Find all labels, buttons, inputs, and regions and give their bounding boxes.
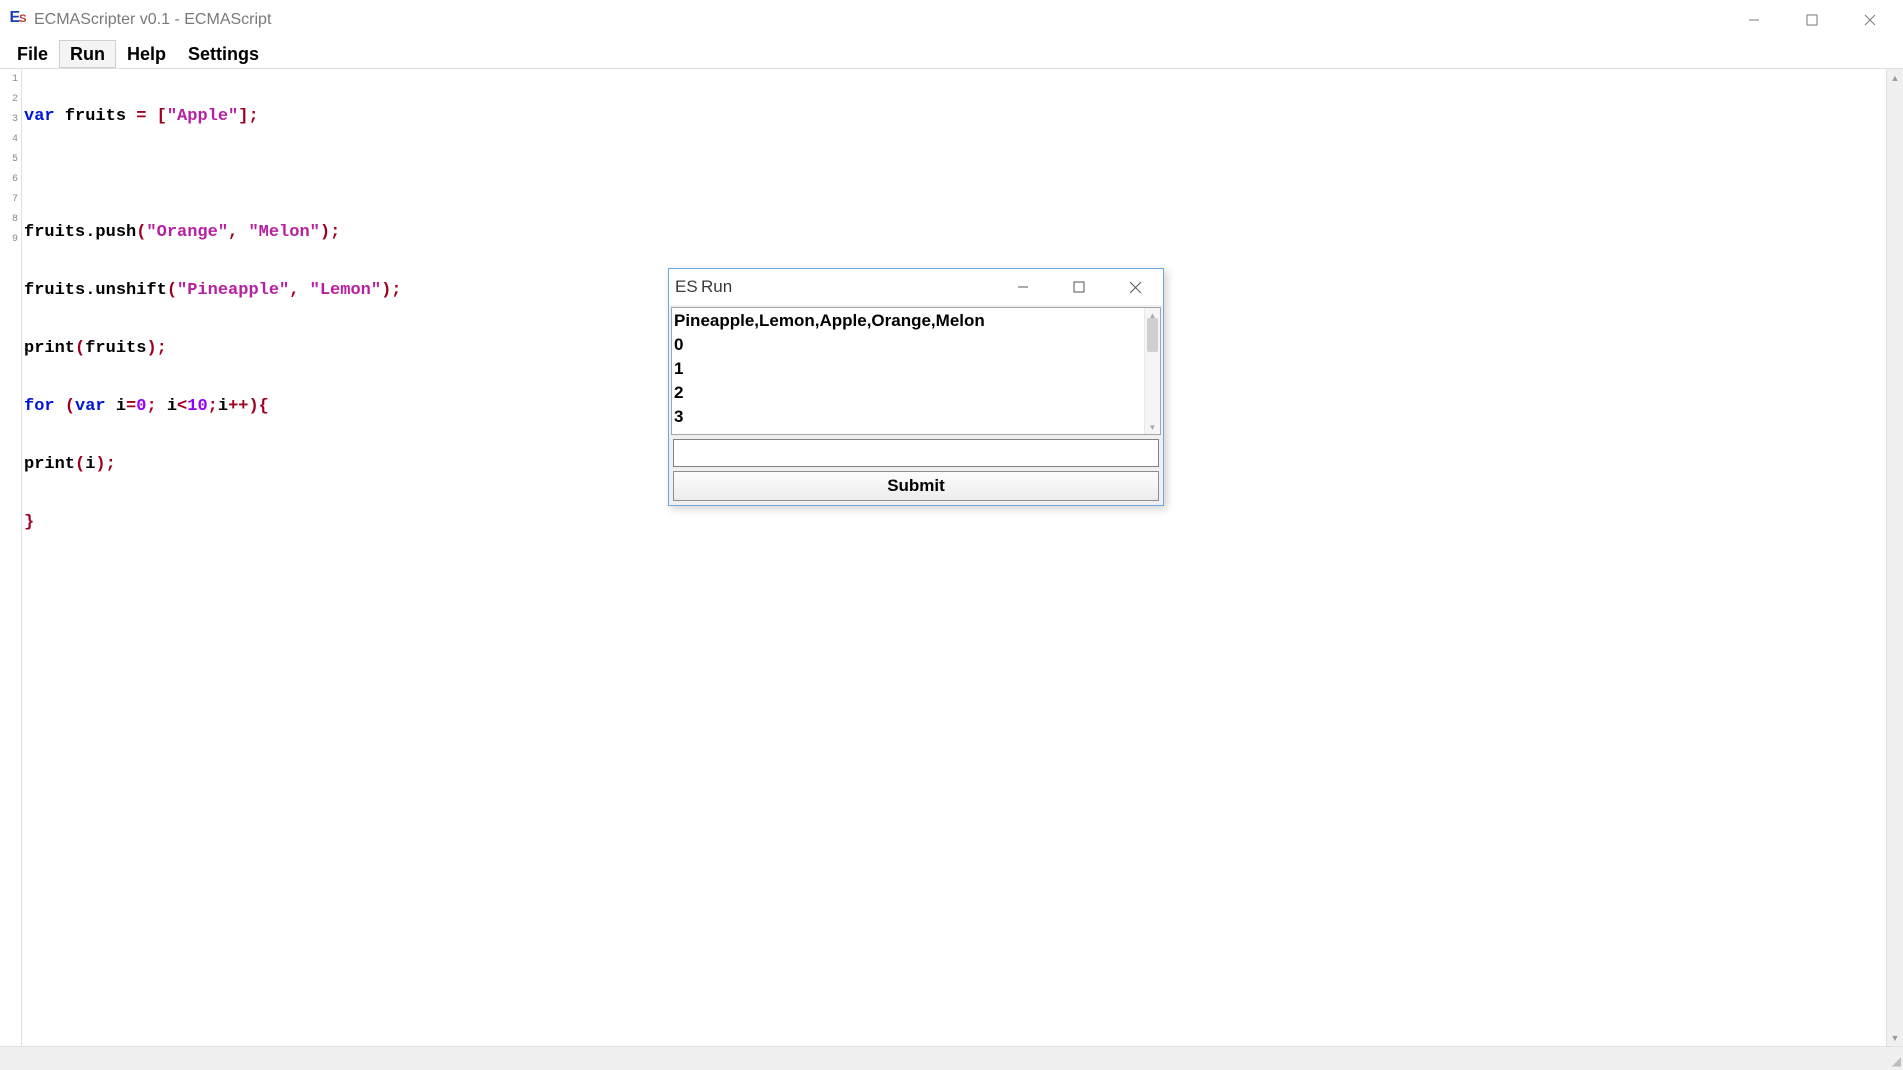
menu-settings[interactable]: Settings — [177, 40, 270, 68]
menu-run[interactable]: Run — [59, 40, 116, 68]
output-line: 1 — [674, 357, 1158, 381]
window-controls — [1725, 4, 1899, 36]
output-line: 0 — [674, 333, 1158, 357]
line-number: 6 — [0, 170, 21, 190]
run-dialog: ES Run Pineapple,Lemon,Apple,Orange,Melo… — [668, 268, 1164, 506]
line-number: 9 — [0, 230, 21, 250]
line-number: 3 — [0, 110, 21, 130]
run-dialog-body: Pineapple,Lemon,Apple,Orange,Melon 0 1 2… — [669, 305, 1163, 505]
close-button[interactable] — [1841, 4, 1899, 36]
scroll-down-icon[interactable]: ▼ — [1887, 1029, 1903, 1046]
line-number: 4 — [0, 130, 21, 150]
code-line: fruits.push("Orange", "Melon"); — [24, 223, 1886, 243]
menu-file[interactable]: File — [6, 40, 59, 68]
run-output[interactable]: Pineapple,Lemon,Apple,Orange,Melon 0 1 2… — [671, 307, 1161, 435]
main-titlebar: ES ECMAScripter v0.1 - ECMAScript — [0, 0, 1903, 40]
line-number: 2 — [0, 90, 21, 110]
run-dialog-titlebar[interactable]: ES Run — [669, 269, 1163, 305]
code-line: } — [24, 513, 1886, 533]
code-line — [24, 165, 1886, 185]
code-line: var fruits = ["Apple"]; — [24, 107, 1886, 127]
maximize-button[interactable] — [1783, 4, 1841, 36]
line-gutter: 1 2 3 4 5 6 7 8 9 — [0, 69, 22, 1046]
line-number: 8 — [0, 210, 21, 230]
resize-grip-icon[interactable]: ◢ — [1892, 1054, 1901, 1068]
output-line: 2 — [674, 381, 1158, 405]
editor: 1 2 3 4 5 6 7 8 9 var fruits = ["Apple"]… — [0, 68, 1903, 1046]
output-line: Pineapple,Lemon,Apple,Orange,Melon — [674, 309, 1158, 333]
code-line — [24, 571, 1886, 591]
submit-button[interactable]: Submit — [673, 471, 1159, 501]
line-number: 7 — [0, 190, 21, 210]
dialog-maximize-button[interactable] — [1051, 273, 1107, 301]
output-scrollbar[interactable]: ▲ ▼ — [1144, 308, 1160, 434]
app-logo-icon: ES — [675, 277, 695, 297]
app-logo-icon: ES — [8, 10, 28, 30]
run-input[interactable] — [673, 439, 1159, 467]
line-number: 1 — [0, 70, 21, 90]
scroll-down-icon[interactable]: ▼ — [1145, 420, 1160, 434]
menubar: File Run Help Settings — [0, 40, 1903, 68]
scroll-thumb[interactable] — [1147, 318, 1158, 352]
scroll-up-icon[interactable]: ▲ — [1887, 69, 1903, 86]
code-area[interactable]: var fruits = ["Apple"]; fruits.push("Ora… — [22, 69, 1886, 1046]
line-number: 5 — [0, 150, 21, 170]
minimize-button[interactable] — [1725, 4, 1783, 36]
run-dialog-title: Run — [701, 277, 732, 297]
window-title: ECMAScripter v0.1 - ECMAScript — [34, 11, 271, 29]
menu-help[interactable]: Help — [116, 40, 177, 68]
editor-vertical-scrollbar[interactable]: ▲ ▼ — [1886, 69, 1903, 1046]
output-line: 3 — [674, 405, 1158, 429]
dialog-minimize-button[interactable] — [995, 273, 1051, 301]
dialog-close-button[interactable] — [1107, 273, 1163, 301]
statusbar: ◢ — [0, 1046, 1903, 1070]
